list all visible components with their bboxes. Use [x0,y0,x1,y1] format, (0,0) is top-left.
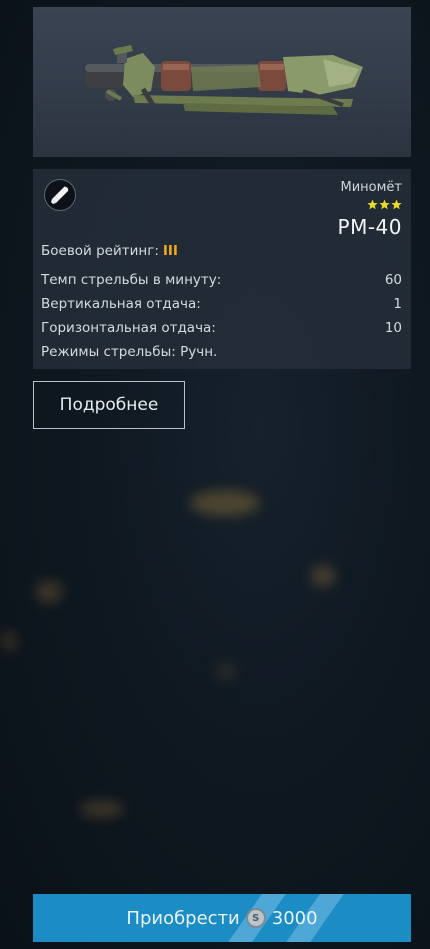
stat-label: Режимы стрельбы: Ручн. [41,344,218,360]
stat-row-fire-rate: Темп стрельбы в минуту: 60 [41,272,402,288]
buy-button-label: Приобрести [126,907,240,929]
buy-button-content: Приобрести S 3000 [126,908,317,929]
star-icon [379,199,390,210]
stat-value: 10 [384,320,402,336]
price-value: 3000 [271,907,318,929]
mortar-weapon-illustration [85,45,363,115]
stat-row-vertical-recoil: Вертикальная отдача: 1 [41,296,402,312]
star-icon [367,199,378,210]
background-blur-light [190,490,260,516]
buy-button[interactable]: Приобрести S 3000 [33,894,411,942]
battle-rating-label: Боевой рейтинг: [41,243,159,259]
stat-label: Горизонтальная отдача: [41,320,216,336]
details-button[interactable]: Подробнее [33,381,185,429]
star-icon [391,199,402,210]
battle-rating: Боевой рейтинг: III [41,243,178,259]
stat-value: 1 [393,296,402,312]
weapon-name: PM-40 [337,215,402,239]
silver-coin-icon: S [245,908,266,928]
background-blur-light [80,800,124,818]
stat-row-fire-modes: Режимы стрельбы: Ручн. [41,344,402,360]
weapon-image [33,7,411,157]
stat-value: 60 [384,272,402,288]
battle-rating-value: III [162,243,178,259]
weapon-type: Миномёт [340,180,403,195]
background-blur-light [310,565,336,587]
stat-label: Вертикальная отдача: [41,296,201,312]
stat-row-horizontal-recoil: Горизонтальная отдача: 10 [41,320,402,336]
background-blur-light [35,580,63,604]
background-blur-light [215,662,237,680]
background-blur-light [0,630,18,652]
stat-label: Темп стрельбы в минуту: [41,272,222,288]
rank-stars [367,199,402,210]
mortar-shell-icon [44,179,76,211]
weapon-info-panel: Миномёт PM-40 Боевой рейтинг: III Темп ст… [33,169,411,369]
